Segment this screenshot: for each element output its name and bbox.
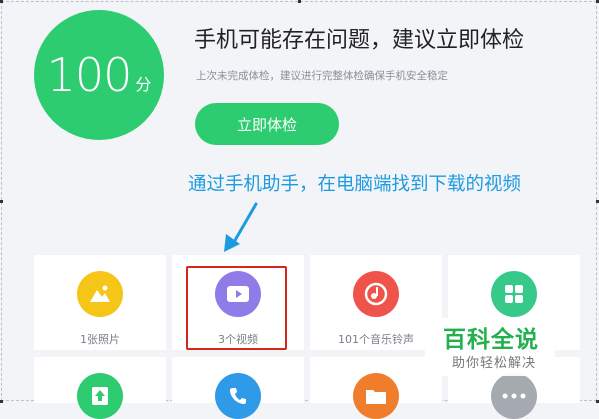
status-headline: 手机可能存在问题，建议立即体检 xyxy=(194,28,525,53)
resize-handle[interactable] xyxy=(298,0,301,3)
annotation-text: 通过手机助手，在电脑端找到下载的视频 xyxy=(188,174,522,195)
tile-label: 101个音乐铃声 xyxy=(338,333,414,346)
video-highlight-box xyxy=(186,266,287,350)
health-score-circle: 100 分 xyxy=(34,10,164,140)
music-icon xyxy=(353,271,399,317)
more-icon xyxy=(491,373,537,419)
tile-files[interactable] xyxy=(310,357,442,419)
watermark-subtitle: 助你轻松解决 xyxy=(452,356,537,371)
start-checkup-button[interactable]: 立即体检 xyxy=(195,103,339,145)
tile-photos[interactable]: 1张照片 xyxy=(34,255,166,350)
health-score-unit: 分 xyxy=(135,75,152,94)
watermark-title: 百科全说 xyxy=(443,327,539,353)
tile-label: 1张照片 xyxy=(80,333,120,346)
tile-downloads[interactable] xyxy=(34,357,166,419)
annotation-arrow-icon xyxy=(224,202,258,252)
photo-icon xyxy=(77,271,123,317)
apps-icon xyxy=(491,271,537,317)
resize-handle[interactable] xyxy=(0,0,3,3)
tile-contacts[interactable] xyxy=(172,357,304,419)
tile-music[interactable]: 101个音乐铃声 xyxy=(310,255,442,350)
download-icon xyxy=(77,373,123,419)
folder-icon xyxy=(353,373,399,419)
phone-icon xyxy=(215,373,261,419)
resize-handle[interactable] xyxy=(0,200,3,203)
health-score-value: 100 xyxy=(46,48,133,102)
watermark: 百科全说 助你轻松解决 xyxy=(425,318,555,376)
status-subline: 上次未完成体检，建议进行完整体检确保手机安全稳定 xyxy=(196,70,448,82)
